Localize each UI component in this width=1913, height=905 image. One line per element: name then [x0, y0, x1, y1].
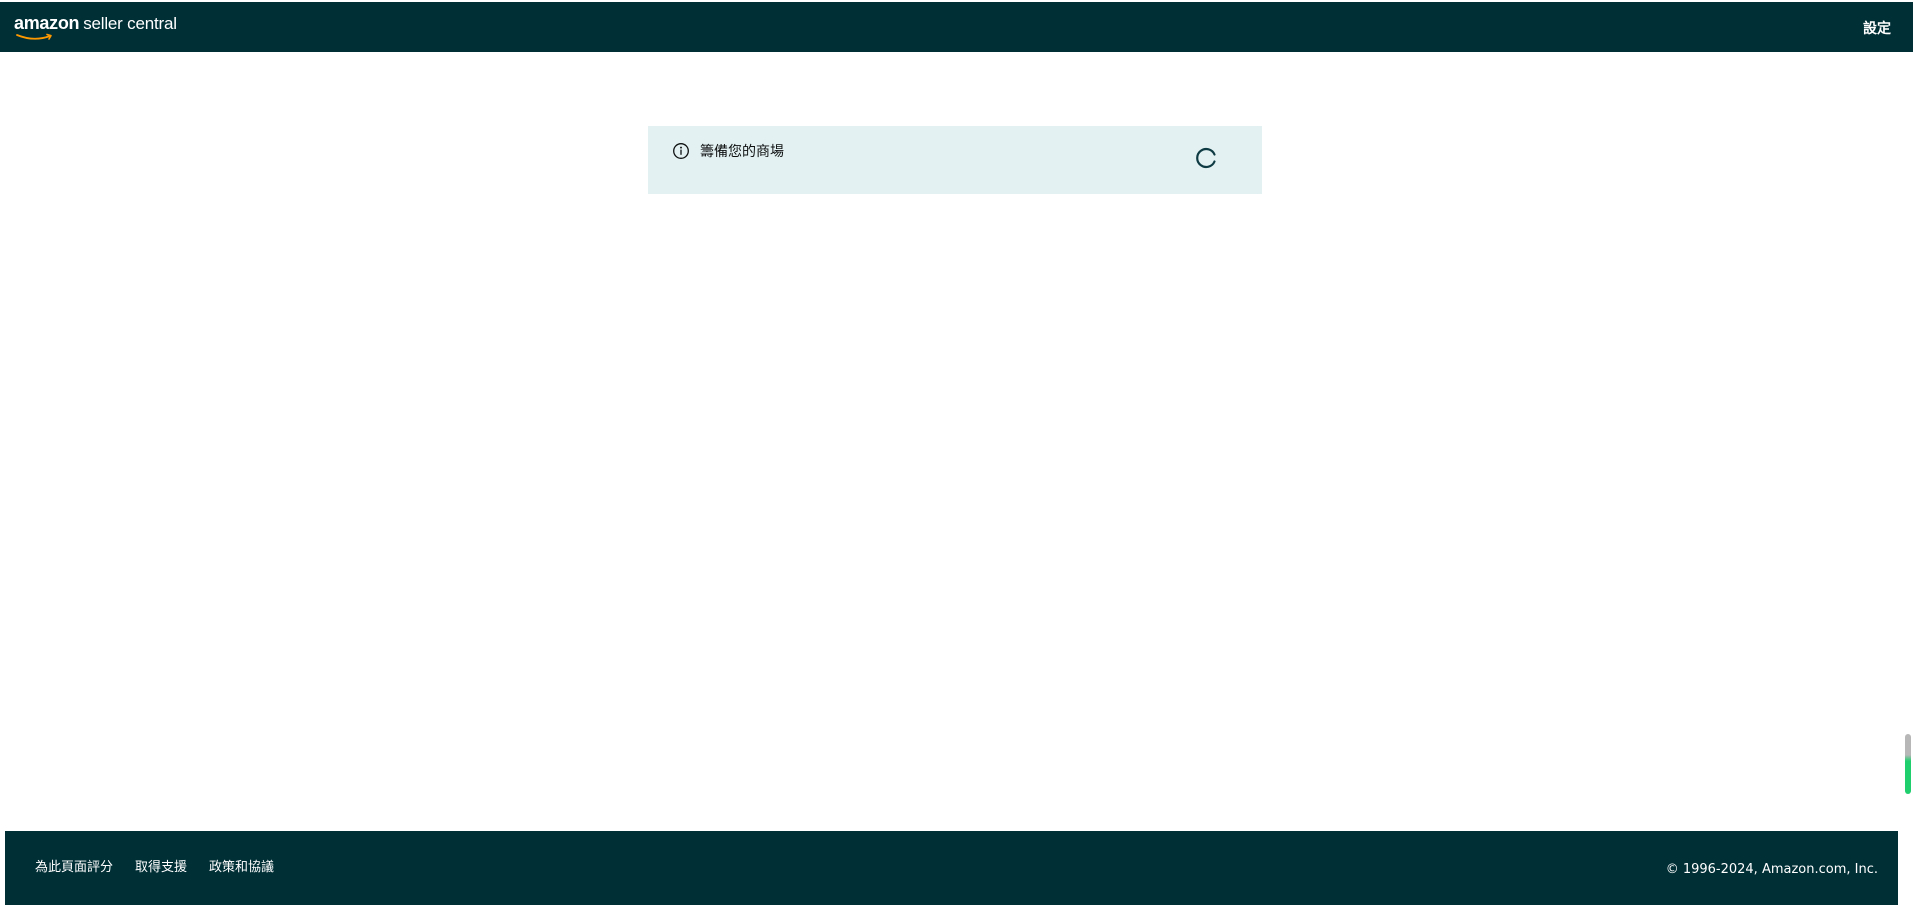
settings-link[interactable]: 設定 [1863, 18, 1891, 38]
copyright-text: © 1996-2024, Amazon.com, Inc. [1665, 862, 1878, 877]
footer-link-get-support[interactable]: 取得支援 [135, 860, 187, 876]
footer-link-policies[interactable]: 政策和協議 [209, 860, 274, 876]
loading-notice: 籌備您的商場 [648, 126, 1262, 194]
logo-brand: amazon [14, 13, 80, 33]
amazon-smile-icon [16, 33, 52, 40]
logo-suffix: seller central [83, 14, 177, 33]
page-footer: 為此頁面評分 取得支援 政策和協議 © 1996-2024, Amazon.co… [5, 831, 1898, 905]
notice-message: 籌備您的商場 [700, 144, 784, 160]
footer-links: 為此頁面評分 取得支援 政策和協議 [35, 860, 274, 876]
top-header: amazon seller central 設定 [0, 0, 1913, 52]
loading-spinner-icon [1196, 147, 1216, 169]
footer-link-rate-page[interactable]: 為此頁面評分 [35, 860, 113, 876]
scroll-indicator[interactable] [1905, 734, 1911, 794]
amazon-seller-central-logo[interactable]: amazon seller central [14, 14, 177, 42]
info-icon [673, 143, 689, 159]
